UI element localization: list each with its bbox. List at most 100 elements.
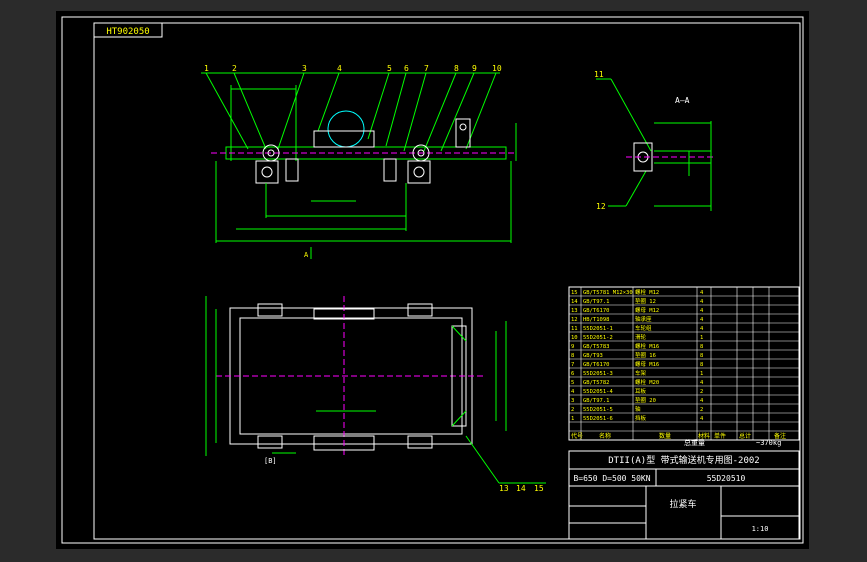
bom-cell: 耳板 <box>635 387 647 395</box>
bom-cell: 挡板 <box>635 414 647 422</box>
part-label-7: 7 <box>424 64 429 73</box>
part-label-4: 4 <box>337 64 342 73</box>
part-label-10: 10 <box>492 64 502 73</box>
bom-cell: 5 <box>571 380 574 386</box>
bom-header-cell: 数量 <box>659 432 671 440</box>
bom-cell: 1 <box>700 335 703 341</box>
bom-cell: 8 <box>700 344 703 350</box>
bom-header-cell: 总计 <box>739 432 751 440</box>
bom-cell: 10 <box>571 335 578 341</box>
bom-cell: 14 <box>571 299 578 305</box>
bom-cell: GB/T5781 M12×30 <box>583 290 633 296</box>
part-label-15: 15 <box>534 484 544 493</box>
bom-cell: 12 <box>571 317 578 323</box>
bom-cell: 4 <box>700 317 704 323</box>
title-drawing-number: 55D20510 <box>707 474 746 483</box>
section-title: A—A <box>675 96 690 105</box>
part-label-9: 9 <box>472 64 477 73</box>
bom-cell: 55D2051-2 <box>583 335 613 341</box>
title-part-name: 拉紧车 <box>669 498 696 510</box>
bom-cell: 4 <box>700 380 704 386</box>
bom-cell: 15 <box>571 290 578 296</box>
front-view <box>201 72 517 259</box>
bom-header-cell: 名称 <box>599 432 611 440</box>
bom-cell: 滑轮 <box>635 333 647 341</box>
title-scale: 1:10 <box>752 525 769 533</box>
section-mark-front: A <box>304 251 309 259</box>
bom-cell: 螺母 M16 <box>635 360 659 368</box>
cad-window: HT902050 A 1 2 3 4 5 6 7 8 9 10 A—A 11 1… <box>0 0 867 562</box>
bom-cell: 螺栓 M20 <box>635 378 659 386</box>
bom-cell: 垫圈 12 <box>635 297 656 305</box>
bom-cell: 55D2051-4 <box>583 389 613 395</box>
bom-cell: 55D2051-3 <box>583 371 613 377</box>
bom-cell: 2 <box>700 407 703 413</box>
bom-cell: 4 <box>571 389 575 395</box>
bom-cell: 4 <box>700 299 704 305</box>
bom-cell: 6 <box>571 371 574 377</box>
bom-cell: 55D2051-5 <box>583 407 613 413</box>
section-view <box>596 78 716 211</box>
title-spec: B=650 D=500 50KN <box>573 474 650 483</box>
bom-cell: 3 <box>571 398 574 404</box>
bom-cell: GB/T93 <box>583 353 603 359</box>
bom-cell: 55D2051-6 <box>583 416 613 422</box>
part-label-8: 8 <box>454 64 459 73</box>
bom-cell: GB/T6170 <box>583 362 610 368</box>
bom-cell: 1 <box>571 416 574 422</box>
bom-cell: 4 <box>700 308 704 314</box>
bom-cell: 4 <box>700 398 704 404</box>
bom-cell: 4 <box>700 290 704 296</box>
bom-cell: 4 <box>700 326 704 332</box>
bom-cell: 8 <box>700 362 703 368</box>
bom-cell: 螺栓 M16 <box>635 342 659 350</box>
bom-cell: 2 <box>700 389 703 395</box>
bom-cell: 2 <box>571 407 574 413</box>
title-main: DTII(A)型 带式输送机专用图-2002 <box>608 454 759 466</box>
bom-cell: 车架 <box>635 369 647 377</box>
part-label-1: 1 <box>204 64 209 73</box>
part-label-2: 2 <box>232 64 237 73</box>
bom-cell: 4 <box>700 416 704 422</box>
drawing-code: HT902050 <box>106 27 149 37</box>
bom-cell: 13 <box>571 308 578 314</box>
bom-cell: 9 <box>571 344 574 350</box>
bom-cell: 轴 <box>635 405 641 413</box>
bom-cell: 8 <box>700 353 703 359</box>
bom-cell: GB/T6170 <box>583 308 610 314</box>
bom-cell: 7 <box>571 362 574 368</box>
bom-cell: GB/T5783 <box>583 344 610 350</box>
part-label-6: 6 <box>404 64 409 73</box>
part-label-5: 5 <box>387 64 392 73</box>
bom-cell: 8 <box>571 353 574 359</box>
part-label-12: 12 <box>596 202 606 211</box>
bom-cell: GB/T5782 <box>583 380 610 386</box>
weight-label: 总重量 <box>684 438 705 447</box>
part-label-3: 3 <box>302 64 307 73</box>
bom-header-cell: 代号 <box>571 432 583 440</box>
part-number-labels: 1 2 3 4 5 6 7 8 9 10 <box>204 64 502 73</box>
weight-value: ~370kg <box>756 439 781 447</box>
bom-header-cell: 单件 <box>714 432 726 440</box>
bom-cell: 垫圈 16 <box>635 351 656 359</box>
bom-cell: GB/T97.1 <box>583 299 610 305</box>
bom-cell: 螺母 M12 <box>635 306 659 314</box>
part-label-13: 13 <box>499 484 509 493</box>
bom-cell: 垫圈 20 <box>635 396 656 404</box>
top-view <box>205 296 546 484</box>
bom-table: 15 GB/T5781 M12×30 螺栓 M12 414 GB/T97.1 垫圈 12 4… <box>568 286 800 441</box>
bom-cell: 螺栓 M12 <box>635 288 659 296</box>
bom-cell: GB/T97.1 <box>583 398 610 404</box>
part-label-14: 14 <box>516 484 526 493</box>
bom-cell: 11 <box>571 326 578 332</box>
part-label-11: 11 <box>594 70 604 79</box>
drawing-code-box: HT902050 <box>93 22 163 38</box>
bom-cell: 1 <box>700 371 703 377</box>
drawing-canvas: HT902050 A 1 2 3 4 5 6 7 8 9 10 A—A 11 1… <box>61 16 804 544</box>
drawing-viewport: HT902050 A 1 2 3 4 5 6 7 8 9 10 A—A 11 1… <box>56 11 809 549</box>
bom-cell: 轴承座 <box>635 315 652 323</box>
bom-cell: HB/T1098 <box>583 317 610 323</box>
callout-view-label: [B] <box>264 457 277 465</box>
bom-cell: 55D2051-1 <box>583 326 613 332</box>
bom-cell: 车轮组 <box>635 324 652 332</box>
